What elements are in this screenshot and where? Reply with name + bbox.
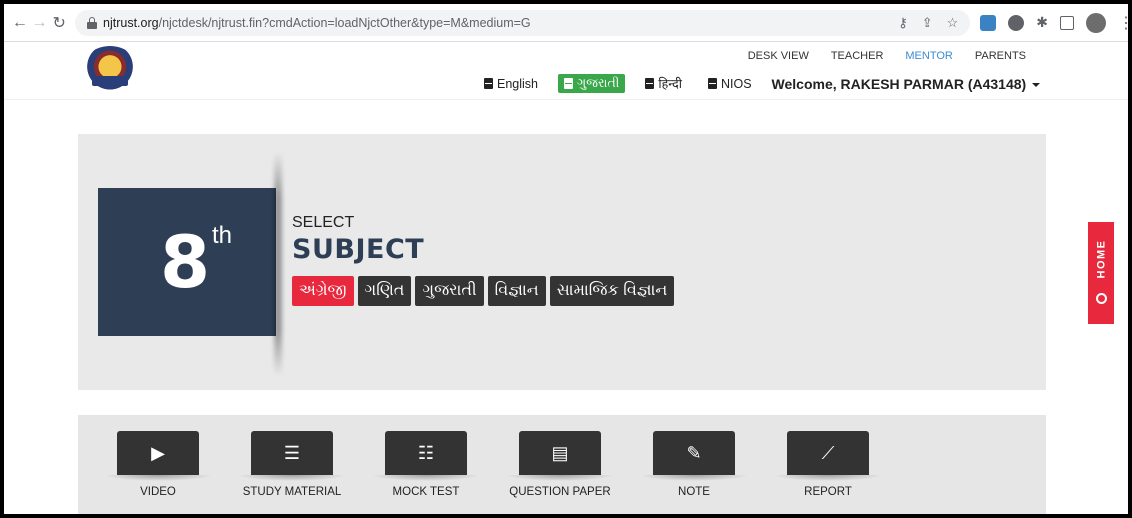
side-panel-icon[interactable] (1060, 15, 1075, 30)
address-bar[interactable]: njtrust.org/njctdesk/njtrust.fin?cmdActi… (75, 9, 971, 36)
language-switcher: English ગુજરાતી हिन्दी NIOS Welcome, RAK… (478, 73, 1041, 94)
tool-note[interactable]: ✎ NOTE (634, 431, 754, 498)
books-icon: ☰ (251, 431, 333, 475)
tool-label: VIDEO (140, 486, 176, 498)
checklist-icon: ☷ (385, 431, 467, 475)
question-paper-icon: ▤ (519, 431, 601, 475)
language-hindi[interactable]: हिन्दी (639, 73, 688, 94)
forward-arrow-icon[interactable]: → (30, 12, 50, 34)
nav-mentor[interactable]: MENTOR (905, 50, 952, 62)
tool-label: MOCK TEST (392, 486, 460, 498)
divider (274, 152, 282, 376)
subject-gujarati[interactable]: ગુજરાતી (415, 276, 484, 306)
star-icon[interactable]: ☆ (947, 15, 959, 31)
key-icon[interactable]: ⚷ (898, 15, 908, 31)
book-icon (564, 78, 573, 89)
share-icon[interactable]: ⇪ (922, 15, 933, 31)
tool-study-material[interactable]: ☰ STUDY MATERIAL (232, 431, 352, 498)
logo-banner (92, 76, 128, 86)
caret-down-icon (1032, 82, 1041, 87)
grade-number: 8 (160, 220, 211, 304)
subject-maths[interactable]: ગણિત (357, 276, 412, 306)
tool-label: NOTE (678, 486, 710, 498)
tool-video[interactable]: ▶ VIDEO (98, 431, 218, 498)
subject-social-science[interactable]: સામાજિક વિજ્ઞાન (549, 276, 675, 306)
book-icon (707, 78, 717, 89)
subject-list: અંગ્રેજી ગણિત ગુજરાતી વિજ્ઞાન સામાજિક વિ… (292, 276, 675, 306)
url-text: njtrust.org/njctdesk/njtrust.fin?cmdActi… (103, 15, 531, 30)
tool-label: QUESTION PAPER (509, 486, 611, 498)
note-edit-icon: ✎ (653, 431, 735, 475)
browser-window: ← → ↻ njtrust.org/njctdesk/njtrust.fin?c… (4, 4, 1128, 514)
tool-label: REPORT (804, 486, 852, 498)
language-label: ગુજરાતી (577, 76, 620, 90)
language-nios[interactable]: NIOS (702, 75, 758, 93)
resource-toolbar: ▶ VIDEO ☰ STUDY MATERIAL ☷ MOCK TEST ▤ Q… (78, 415, 1046, 514)
language-label: English (497, 76, 538, 91)
home-side-tab[interactable]: HOME (1088, 222, 1114, 324)
home-label: HOME (1095, 239, 1107, 278)
lock-icon (87, 16, 98, 29)
language-gujarati[interactable]: ગુજરાતી (558, 74, 626, 93)
tool-report[interactable]: ⟋ REPORT (768, 431, 888, 498)
grade-badge: 8 th (98, 188, 276, 336)
video-icon: ▶ (117, 431, 199, 475)
language-english[interactable]: English (478, 75, 544, 93)
nav-parents[interactable]: PARENTS (975, 50, 1026, 62)
book-icon (484, 78, 493, 89)
back-arrow-icon[interactable]: ← (10, 12, 30, 34)
language-label: NIOS (720, 76, 752, 91)
nav-teacher[interactable]: TEACHER (831, 50, 884, 62)
puzzle-icon[interactable]: ✱ (1036, 14, 1048, 31)
user-menu[interactable]: Welcome, RAKESH PARMAR (A43148) (772, 76, 1041, 92)
welcome-text: Welcome, RAKESH PARMAR (A43148) (771, 75, 1027, 92)
extension-icon[interactable] (980, 14, 997, 31)
tool-question-paper[interactable]: ▤ QUESTION PAPER (500, 431, 620, 498)
tool-mock-test[interactable]: ☷ MOCK TEST (366, 431, 486, 498)
profile-avatar[interactable] (1086, 12, 1107, 33)
browser-toolbar: ← → ↻ njtrust.org/njctdesk/njtrust.fin?c… (4, 4, 1128, 42)
nav-desk-view[interactable]: DESK VIEW (748, 50, 809, 62)
subject-science[interactable]: વિજ્ઞાન (487, 276, 546, 306)
language-label: हिन्दी (658, 77, 682, 91)
subject-select-panel: 8 th SELECT SUBJECT અંગ્રેજી ગણિત ગુજરાત… (78, 134, 1046, 390)
more-menu-icon[interactable]: ⋮ (1118, 13, 1128, 33)
grade-suffix: th (212, 222, 233, 249)
tool-label: STUDY MATERIAL (242, 486, 342, 498)
subject-heading: SUBJECT (292, 234, 425, 265)
extension-icon[interactable] (1008, 14, 1025, 31)
subject-english[interactable]: અંગ્રેજી (292, 276, 354, 306)
chart-line-icon: ⟋ (787, 431, 869, 475)
reload-icon[interactable]: ↻ (49, 12, 69, 34)
select-label: SELECT (292, 214, 355, 231)
top-nav: DESK VIEW TEACHER MENTOR PARENTS (748, 50, 1026, 62)
book-icon (645, 78, 655, 89)
home-circle-icon (1095, 292, 1107, 304)
site-header: DESK VIEW TEACHER MENTOR PARENTS English… (4, 42, 1128, 100)
